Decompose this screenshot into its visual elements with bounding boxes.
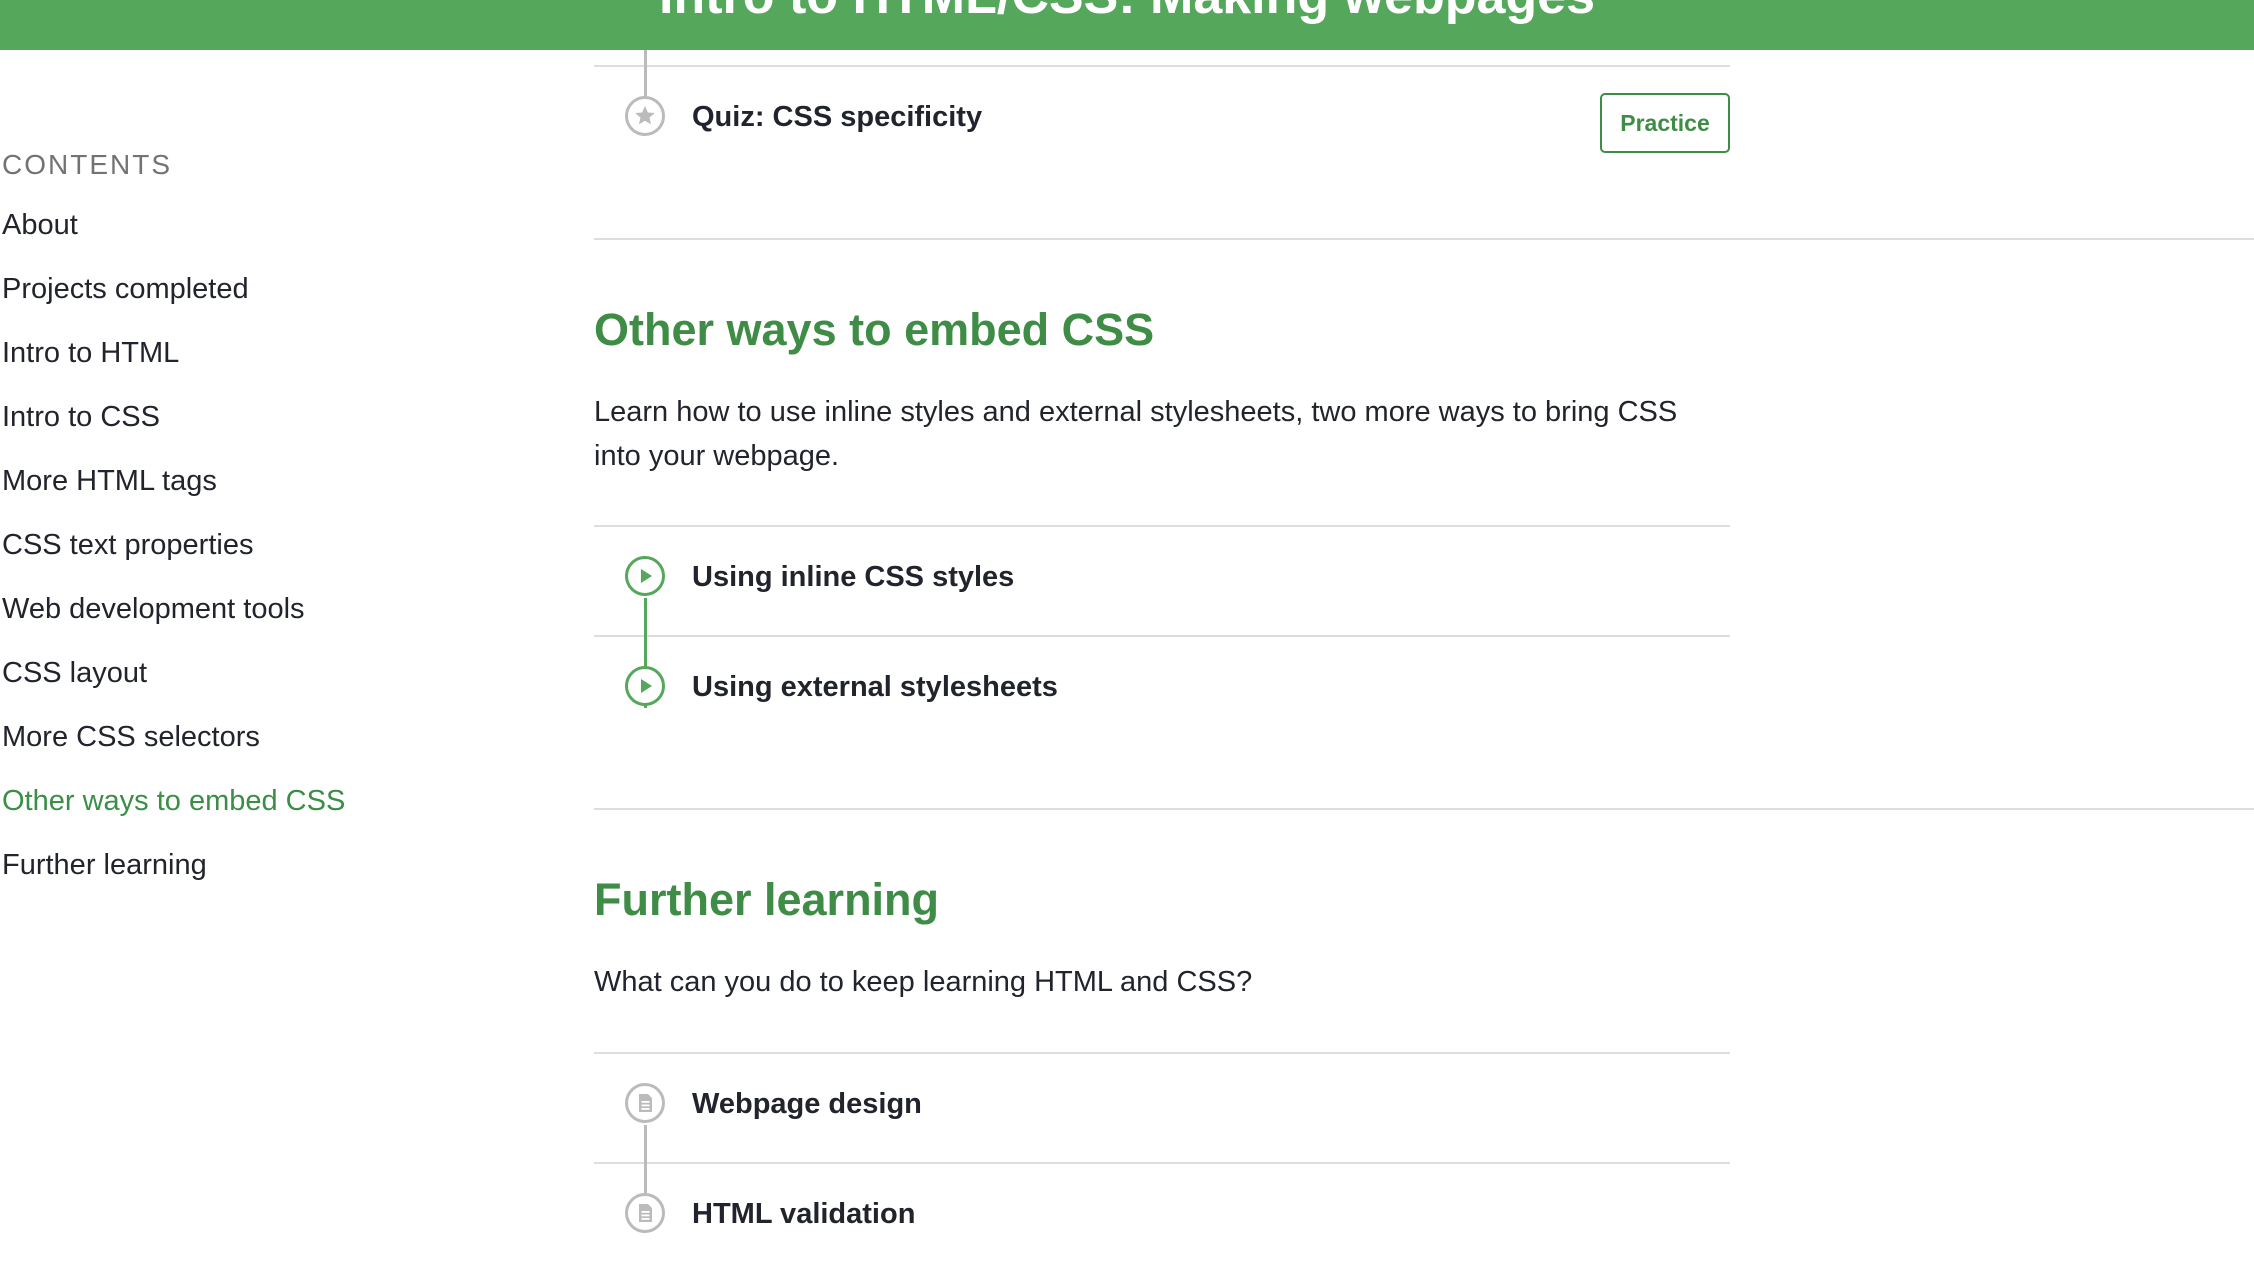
contents-sidebar: CONTENTS About Projects completed Intro … bbox=[2, 140, 562, 909]
sidebar-item-more-html-tags[interactable]: More HTML tags bbox=[2, 461, 562, 525]
sidebar-item-about[interactable]: About bbox=[2, 205, 562, 269]
section-divider bbox=[594, 808, 2254, 810]
quiz-row[interactable]: Quiz: CSS specificity Practice bbox=[594, 65, 1730, 175]
list-item-webpage-design[interactable]: Webpage design bbox=[594, 1052, 1730, 1162]
list-item-label: HTML validation bbox=[692, 1198, 916, 1230]
quiz-label: Quiz: CSS specificity bbox=[692, 101, 983, 133]
top-banner: Intro to HTML/CSS: Making webpages bbox=[0, 0, 2254, 50]
section-title-further-learning: Further learning bbox=[594, 874, 940, 925]
section-title-other-ways: Other ways to embed CSS bbox=[594, 304, 1155, 355]
sidebar-item-other-ways-to-embed-css[interactable]: Other ways to embed CSS bbox=[2, 781, 562, 845]
contents-heading: CONTENTS bbox=[2, 149, 172, 180]
play-icon bbox=[625, 556, 665, 596]
list-item-using-inline-css-styles[interactable]: Using inline CSS styles bbox=[594, 525, 1730, 635]
sidebar-item-intro-to-html[interactable]: Intro to HTML bbox=[2, 333, 562, 397]
practice-button[interactable]: Practice bbox=[1600, 93, 1730, 153]
sidebar-item-css-layout[interactable]: CSS layout bbox=[2, 653, 562, 717]
sidebar-item-intro-to-css[interactable]: Intro to CSS bbox=[2, 397, 562, 461]
sidebar-item-more-css-selectors[interactable]: More CSS selectors bbox=[2, 717, 562, 781]
list-item-label: Using external stylesheets bbox=[692, 671, 1058, 703]
list-item-label: Using inline CSS styles bbox=[692, 561, 1015, 593]
sidebar-item-further-learning[interactable]: Further learning bbox=[2, 845, 562, 909]
section-description-other-ways: Learn how to use inline styles and exter… bbox=[594, 396, 1678, 472]
article-icon bbox=[625, 1083, 665, 1123]
sidebar-item-css-text-properties[interactable]: CSS text properties bbox=[2, 525, 562, 589]
list-item-using-external-stylesheets[interactable]: Using external stylesheets bbox=[594, 635, 1730, 745]
sidebar-item-web-development-tools[interactable]: Web development tools bbox=[2, 589, 562, 653]
list-item-html-validation[interactable]: HTML validation bbox=[594, 1162, 1730, 1272]
section-description-further-learning: What can you do to keep learning HTML an… bbox=[594, 966, 1253, 998]
star-icon bbox=[625, 96, 665, 136]
list-item-label: Webpage design bbox=[692, 1088, 922, 1120]
article-icon bbox=[625, 1193, 665, 1233]
sidebar-item-projects-completed[interactable]: Projects completed bbox=[2, 269, 562, 333]
section-divider bbox=[594, 238, 2254, 240]
page-title: Intro to HTML/CSS: Making webpages bbox=[0, 0, 2254, 26]
play-icon bbox=[625, 666, 665, 706]
